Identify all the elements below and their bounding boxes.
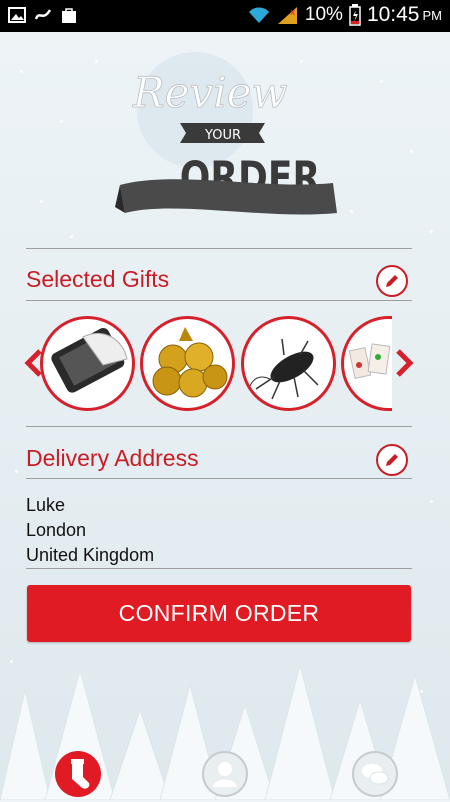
status-bar: x 10% 10:45 PM [0, 0, 450, 32]
svg-text:x: x [290, 8, 296, 18]
delivery-address-title: Delivery Address [26, 445, 199, 471]
gold-coins-icon [152, 327, 228, 398]
battery-icon [349, 4, 361, 26]
notebook-icon [348, 343, 391, 379]
confirm-order-button[interactable]: CONFIRM ORDER [27, 585, 411, 642]
review-your-order-logo: Review YOUR ORDER [115, 52, 337, 215]
swipe-keyboard-icon [34, 9, 52, 20]
stocking-icon [71, 759, 90, 789]
logo-your-text: YOUR [204, 128, 241, 143]
phone-icon [51, 327, 128, 393]
selected-gifts-title: Selected Gifts [26, 266, 170, 292]
logo-review-text: Review [132, 68, 287, 117]
gallery-icon [8, 7, 26, 23]
shopping-bag-icon [62, 8, 76, 23]
divider [26, 248, 412, 249]
address-name: Luke [26, 495, 66, 515]
gift-gold-coins[interactable] [140, 316, 235, 411]
battery-percent: 10% [304, 4, 343, 25]
pencil-icon [386, 454, 398, 466]
divider [26, 426, 412, 427]
nav-chat[interactable] [352, 751, 398, 797]
edit-address-button[interactable] [376, 444, 408, 476]
gift-phone[interactable] [40, 316, 135, 411]
clock-ampm: PM [422, 7, 443, 23]
edit-gifts-button[interactable] [376, 265, 408, 297]
nav-stocking[interactable] [55, 751, 101, 797]
pencil-icon [386, 275, 398, 287]
gift-cockroach[interactable] [241, 316, 336, 411]
divider [26, 478, 412, 479]
chat-icon [362, 764, 389, 785]
profile-icon [213, 762, 237, 787]
divider [26, 568, 412, 569]
carousel-next-arrow[interactable] [392, 348, 416, 378]
wifi-icon [248, 7, 269, 23]
divider [26, 300, 412, 301]
signal-icon: x [277, 7, 297, 24]
address-country: United Kingdom [26, 545, 155, 565]
address-city: London [26, 520, 87, 540]
cockroach-icon [248, 338, 319, 400]
gift-notebook[interactable] [341, 316, 392, 411]
clock-time: 10:45 [366, 3, 420, 26]
nav-profile[interactable] [202, 751, 248, 797]
